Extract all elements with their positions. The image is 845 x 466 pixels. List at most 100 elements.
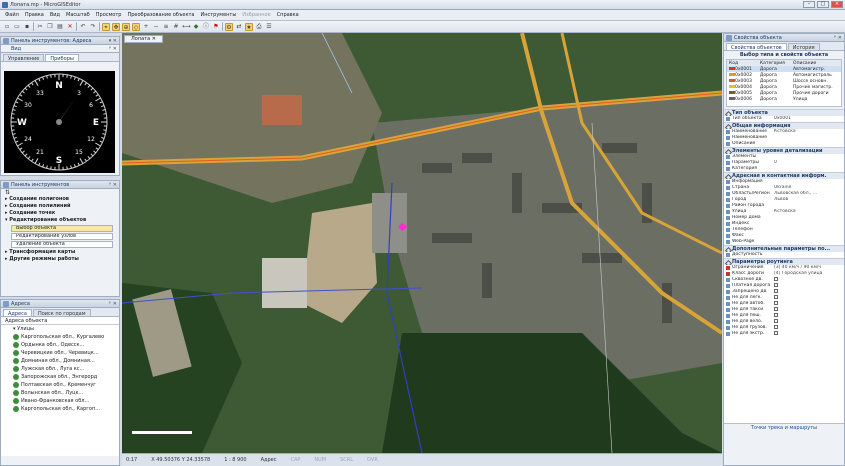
tree-item[interactable]: Волынская обл., Луцк... xyxy=(1,389,119,397)
cut-icon[interactable]: ✂ xyxy=(36,23,44,31)
delete-icon[interactable]: ✕ xyxy=(66,23,74,31)
addresses-panel: Адреса ᵖ ✕ Адреса Поиск по городам Адреса… xyxy=(0,299,120,466)
tool-delete-object[interactable]: Удаление объекта xyxy=(11,241,113,248)
pan-tool-icon[interactable]: ✥ xyxy=(112,22,120,31)
tool-other-modes[interactable]: ▸ Другие режимы работы xyxy=(1,256,119,263)
maximize-button[interactable]: □ xyxy=(817,1,829,8)
menu-transform[interactable]: Преобразование объекта xyxy=(124,12,197,18)
section-address-contact[interactable]: Адресная и контактная информ. xyxy=(724,172,844,179)
tab-addresses[interactable]: Адреса xyxy=(3,309,32,317)
property-name: Индекс xyxy=(732,221,750,226)
property-name: Элементы xyxy=(732,154,757,159)
menu-favorites[interactable]: Избранное xyxy=(239,12,273,18)
lock-icon[interactable]: ◆ xyxy=(192,23,200,31)
type-code: 0x0002 xyxy=(735,72,752,78)
tool-edit-nodes[interactable]: Редактирование узлов xyxy=(11,233,113,240)
checkbox[interactable] xyxy=(774,283,778,287)
tool-create-polygons[interactable]: ▸ Создание полигонов xyxy=(1,196,119,203)
tree-item[interactable]: Черевицкие обл., Черевицк... xyxy=(1,349,119,357)
tool-transform-map[interactable]: ▸ Трансформация карты xyxy=(1,249,119,256)
tree-item[interactable]: Запорожская обл., Энгерорд xyxy=(1,373,119,381)
redo-icon[interactable]: ↷ xyxy=(89,23,97,31)
menu-preview[interactable]: Просмотр xyxy=(93,12,125,18)
property-row[interactable]: Не для экстр. xyxy=(724,331,844,337)
info-icon[interactable]: ⓘ xyxy=(202,23,210,31)
section-object-type[interactable]: Тип объекта xyxy=(724,109,844,116)
tracks-routes-link[interactable]: Точки трека и маршруты xyxy=(724,423,844,431)
minimize-button[interactable]: – xyxy=(803,1,815,8)
checkbox[interactable] xyxy=(774,289,778,293)
checkbox[interactable] xyxy=(774,325,778,329)
sort-icon[interactable]: ⇅ xyxy=(5,189,10,196)
undo-icon[interactable]: ↶ xyxy=(79,23,87,31)
grid-icon[interactable]: # xyxy=(172,23,180,31)
section-routing-params[interactable]: Параметры роутинга xyxy=(724,258,844,265)
close-button[interactable]: × xyxy=(831,1,843,8)
tree-item[interactable]: Ивано-Франковская обл... xyxy=(1,397,119,405)
route-icon[interactable]: ⇄ xyxy=(235,23,243,31)
tab-control[interactable]: Управление xyxy=(3,54,45,62)
save-icon[interactable]: ▪ xyxy=(23,23,31,31)
node-tool-icon[interactable]: ◇ xyxy=(132,22,140,31)
menu-help[interactable]: Справка xyxy=(274,12,302,18)
pin-icon[interactable]: ▾ ✕ xyxy=(109,37,117,44)
menu-tools[interactable]: Инструменты xyxy=(198,12,240,18)
poi-tool-icon[interactable]: ★ xyxy=(245,22,253,31)
tree-item[interactable]: Домниная обл., Домниная... xyxy=(1,357,119,365)
section-detail-levels[interactable]: Элементы уровня детализации xyxy=(724,147,844,154)
flag-icon[interactable]: ⚑ xyxy=(212,23,220,31)
tab-map[interactable]: Лопата ✕ xyxy=(124,35,163,43)
tree-item[interactable]: Полтавская обл., Кременчуг xyxy=(1,381,119,389)
tree-item[interactable]: Ордынка обл., Одесск... xyxy=(1,341,119,349)
checkbox[interactable] xyxy=(774,295,778,299)
tool-create-points[interactable]: ▸ Создание точек xyxy=(1,210,119,217)
tool-edit-objects[interactable]: ▾ Редактирование объектов xyxy=(1,217,119,224)
pin-icon[interactable]: ᵖ ✕ xyxy=(109,181,117,188)
menu-edit[interactable]: Правка xyxy=(22,12,47,18)
compass-tick xyxy=(102,133,106,135)
tab-object-properties[interactable]: Свойства объектов xyxy=(726,43,787,51)
copy-icon[interactable]: ❐ xyxy=(46,23,54,31)
print-icon[interactable]: ⎙ xyxy=(255,23,263,31)
checkbox[interactable] xyxy=(774,307,778,311)
tree-item[interactable]: Каргопольская обл., Каргоп... xyxy=(1,405,119,413)
zoom-tool-icon[interactable]: ⊕ xyxy=(122,22,130,31)
menu-view[interactable]: Вид xyxy=(47,12,63,18)
pin-icon[interactable]: ᵖ ✕ xyxy=(834,34,842,41)
tab-city-search[interactable]: Поиск по городам xyxy=(32,309,91,317)
section-general-info[interactable]: Общая информация xyxy=(724,122,844,129)
zoom-in-icon[interactable]: + xyxy=(142,23,150,31)
tab-history[interactable]: История xyxy=(787,43,820,51)
paste-icon[interactable]: ▤ xyxy=(56,23,64,31)
pin-icon[interactable]: ᵖ ✕ xyxy=(109,45,117,52)
checkbox[interactable] xyxy=(774,331,778,335)
table-row[interactable]: 0x0006 Дорога Улица xyxy=(727,96,841,102)
checkbox[interactable] xyxy=(774,313,778,317)
new-icon[interactable]: ▫ xyxy=(3,23,11,31)
tree-item[interactable]: Каргопольская обл., Кургалево xyxy=(1,333,119,341)
zoom-out-icon[interactable]: − xyxy=(152,23,160,31)
map-view[interactable]: Лопата ✕ xyxy=(122,33,722,453)
globe-icon xyxy=(13,350,19,356)
tab-instruments[interactable]: Приборы xyxy=(45,54,79,62)
tree-root[interactable]: ▾ Улицы xyxy=(1,325,119,333)
checkbox[interactable] xyxy=(774,319,778,323)
settings-icon[interactable]: ☰ xyxy=(265,23,273,31)
section-extra-params[interactable]: Дополнительные параметры по... xyxy=(724,245,844,252)
tool-select-object[interactable]: Выбор объекта xyxy=(11,225,113,232)
track-tool-icon[interactable]: ⚙ xyxy=(225,22,233,31)
open-icon[interactable]: ▭ xyxy=(13,23,21,31)
checkbox[interactable] xyxy=(774,277,778,281)
checkbox[interactable] xyxy=(774,301,778,305)
tool-create-polylines[interactable]: ▸ Создание полилиний xyxy=(1,203,119,210)
measure-icon[interactable]: ⟷ xyxy=(182,23,191,31)
pin-icon[interactable]: ᵖ ✕ xyxy=(109,300,117,307)
menu-file[interactable]: Файл xyxy=(2,12,22,18)
tree-item[interactable]: Лужская обл., Луга кс... xyxy=(1,365,119,373)
satellite-map[interactable] xyxy=(122,33,722,453)
property-name: Телефон xyxy=(732,227,753,232)
select-tool-icon[interactable]: ⌖ xyxy=(102,22,110,31)
layers-icon[interactable]: ≡ xyxy=(162,23,170,31)
menu-scale[interactable]: Масштаб xyxy=(63,12,93,18)
compass-tick xyxy=(15,101,19,104)
